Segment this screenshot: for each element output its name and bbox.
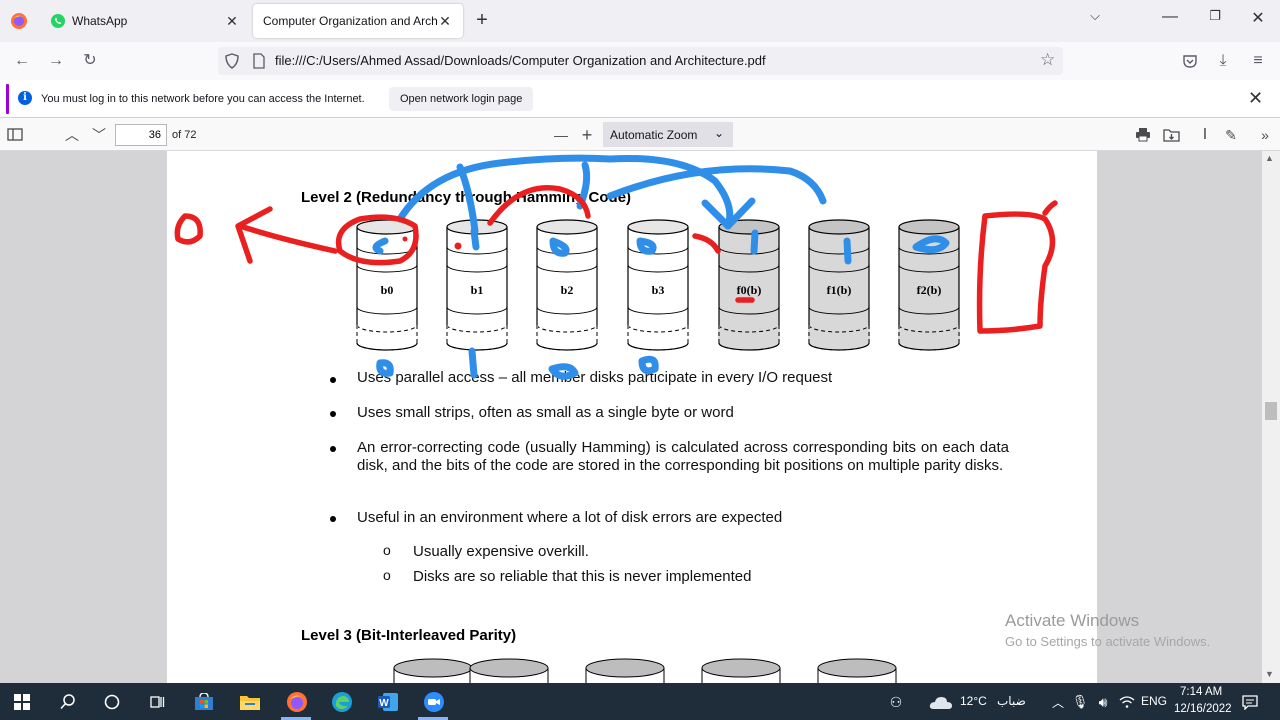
clock-date[interactable]: 12/16/2022 — [1174, 703, 1232, 715]
network-icon[interactable] — [1115, 690, 1139, 714]
firefox-taskbar-icon[interactable] — [285, 690, 309, 714]
shield-icon[interactable] — [224, 53, 240, 69]
red-dot — [402, 236, 408, 242]
list-all-tabs-icon[interactable]: ⌵ — [1075, 8, 1115, 24]
close-tab-icon[interactable]: ✕ — [437, 13, 453, 30]
scroll-up-icon[interactable]: ▲ — [1265, 153, 1274, 163]
tab-bar: WhatsApp ✕ Computer Organization and Arc… — [0, 0, 1280, 42]
taskbar: W ⚇ 12°C ضباب ︿ 🎙︎ 🔊︎ ENG 7:14 AM 12/16/… — [0, 683, 1280, 720]
scroll-thumb[interactable] — [1265, 402, 1277, 420]
people-icon[interactable]: ⚇ — [884, 690, 908, 714]
activation-watermark-title: Activate Windows — [1005, 611, 1140, 630]
red-ink — [174, 185, 1058, 334]
pen-annotations — [174, 154, 1058, 380]
minimize-icon[interactable]: — — [1150, 8, 1190, 26]
reload-icon[interactable]: ↻ — [80, 51, 100, 71]
task-view-icon[interactable] — [145, 690, 169, 714]
word-icon[interactable]: W — [376, 690, 400, 714]
microphone-icon[interactable]: 🎙︎ — [1068, 690, 1092, 714]
store-icon[interactable] — [192, 690, 216, 714]
file-explorer-icon[interactable] — [238, 690, 262, 714]
zoom-app-icon[interactable] — [422, 690, 446, 714]
close-notification-icon[interactable]: ✕ — [1248, 88, 1263, 109]
search-icon[interactable] — [56, 690, 80, 714]
weather-condition: ضباب — [997, 694, 1026, 708]
input-language[interactable]: ENG — [1141, 694, 1167, 708]
pocket-icon[interactable] — [1182, 53, 1198, 69]
red-dot — [454, 242, 462, 250]
windows-start-icon[interactable] — [10, 690, 34, 714]
zoom-out-button[interactable]: — — [552, 126, 570, 144]
previous-page-icon[interactable]: ︿ — [63, 126, 81, 144]
pdf-viewer[interactable]: Level 2 (Redundancy through Hamming Code… — [0, 151, 1280, 683]
save-icon[interactable] — [1163, 127, 1180, 142]
edge-icon[interactable] — [330, 690, 354, 714]
tab-whatsapp[interactable]: WhatsApp ✕ — [40, 4, 250, 38]
close-window-icon[interactable]: ✕ — [1238, 8, 1278, 28]
vertical-scrollbar[interactable]: ▲ ▼ — [1262, 151, 1280, 683]
navigation-bar: ← → ↻ file:///C:/Users/Ahmed Assad/Downl… — [0, 42, 1280, 80]
chevron-down-icon: ⌄ — [713, 126, 724, 140]
back-icon[interactable]: ← — [12, 51, 32, 71]
more-tools-icon[interactable]: » — [1256, 126, 1274, 144]
chevron-up-icon[interactable]: ︿ — [1046, 690, 1070, 714]
weather-temperature: 12°C — [960, 694, 987, 708]
close-tab-icon[interactable]: ✕ — [224, 13, 240, 30]
notification-message: You must log in to this network before y… — [41, 93, 365, 105]
next-page-icon[interactable]: ﹀ — [90, 126, 108, 144]
blue-ink — [372, 154, 950, 380]
forward-icon[interactable]: → — [46, 51, 66, 71]
tab-pdf[interactable]: Computer Organization and Archite ✕ — [253, 4, 463, 38]
page-count: of 72 — [172, 129, 197, 141]
firefox-menu-icon[interactable] — [4, 6, 34, 36]
scroll-down-icon[interactable]: ▼ — [1265, 669, 1274, 679]
tab-title: WhatsApp — [72, 14, 128, 28]
open-login-page-button[interactable]: Open network login page — [389, 87, 534, 111]
zoom-value: Automatic Zoom — [610, 128, 698, 142]
hamburger-menu-icon[interactable]: ≡ — [1248, 51, 1268, 71]
zoom-select[interactable]: Automatic Zoom ⌄ — [603, 122, 733, 147]
info-icon: i — [18, 91, 32, 105]
address-bar[interactable]: file:///C:/Users/Ahmed Assad/Downloads/C… — [218, 47, 1063, 75]
svg-text:W: W — [379, 698, 389, 709]
weather-cloud-icon[interactable] — [928, 690, 954, 714]
sidebar-toggle-icon[interactable] — [7, 128, 23, 141]
zoom-in-button[interactable]: + — [578, 126, 596, 144]
restore-icon[interactable]: ❐ — [1195, 8, 1235, 24]
clock-time[interactable]: 7:14 AM — [1180, 686, 1222, 698]
speaker-icon[interactable]: 🔊︎ — [1091, 690, 1115, 714]
url-text: file:///C:/Users/Ahmed Assad/Downloads/C… — [275, 53, 766, 68]
pdf-toolbar: ︿ ﹀ 36 of 72 — + Automatic Zoom ⌄ I ✎ » — [0, 118, 1280, 151]
whatsapp-icon — [51, 14, 65, 28]
downloads-icon[interactable]: ⤓ — [1213, 51, 1233, 71]
draw-tool-icon[interactable]: ✎ — [1222, 126, 1240, 144]
bookmark-star-icon[interactable]: ☆ — [1040, 50, 1055, 70]
print-icon[interactable] — [1135, 127, 1151, 142]
notification-accent — [6, 84, 9, 114]
tab-title: Computer Organization and Archite — [263, 14, 437, 28]
notifications-icon[interactable] — [1238, 690, 1262, 714]
captive-portal-notification: i You must log in to this network before… — [0, 80, 1280, 118]
cortana-icon[interactable] — [100, 690, 124, 714]
text-tool-icon[interactable]: I — [1196, 126, 1214, 144]
page-icon — [253, 53, 265, 69]
activation-watermark-subtitle: Go to Settings to activate Windows. — [1005, 634, 1211, 649]
page-number-input[interactable]: 36 — [115, 124, 167, 146]
new-tab-button[interactable]: + — [470, 10, 494, 32]
